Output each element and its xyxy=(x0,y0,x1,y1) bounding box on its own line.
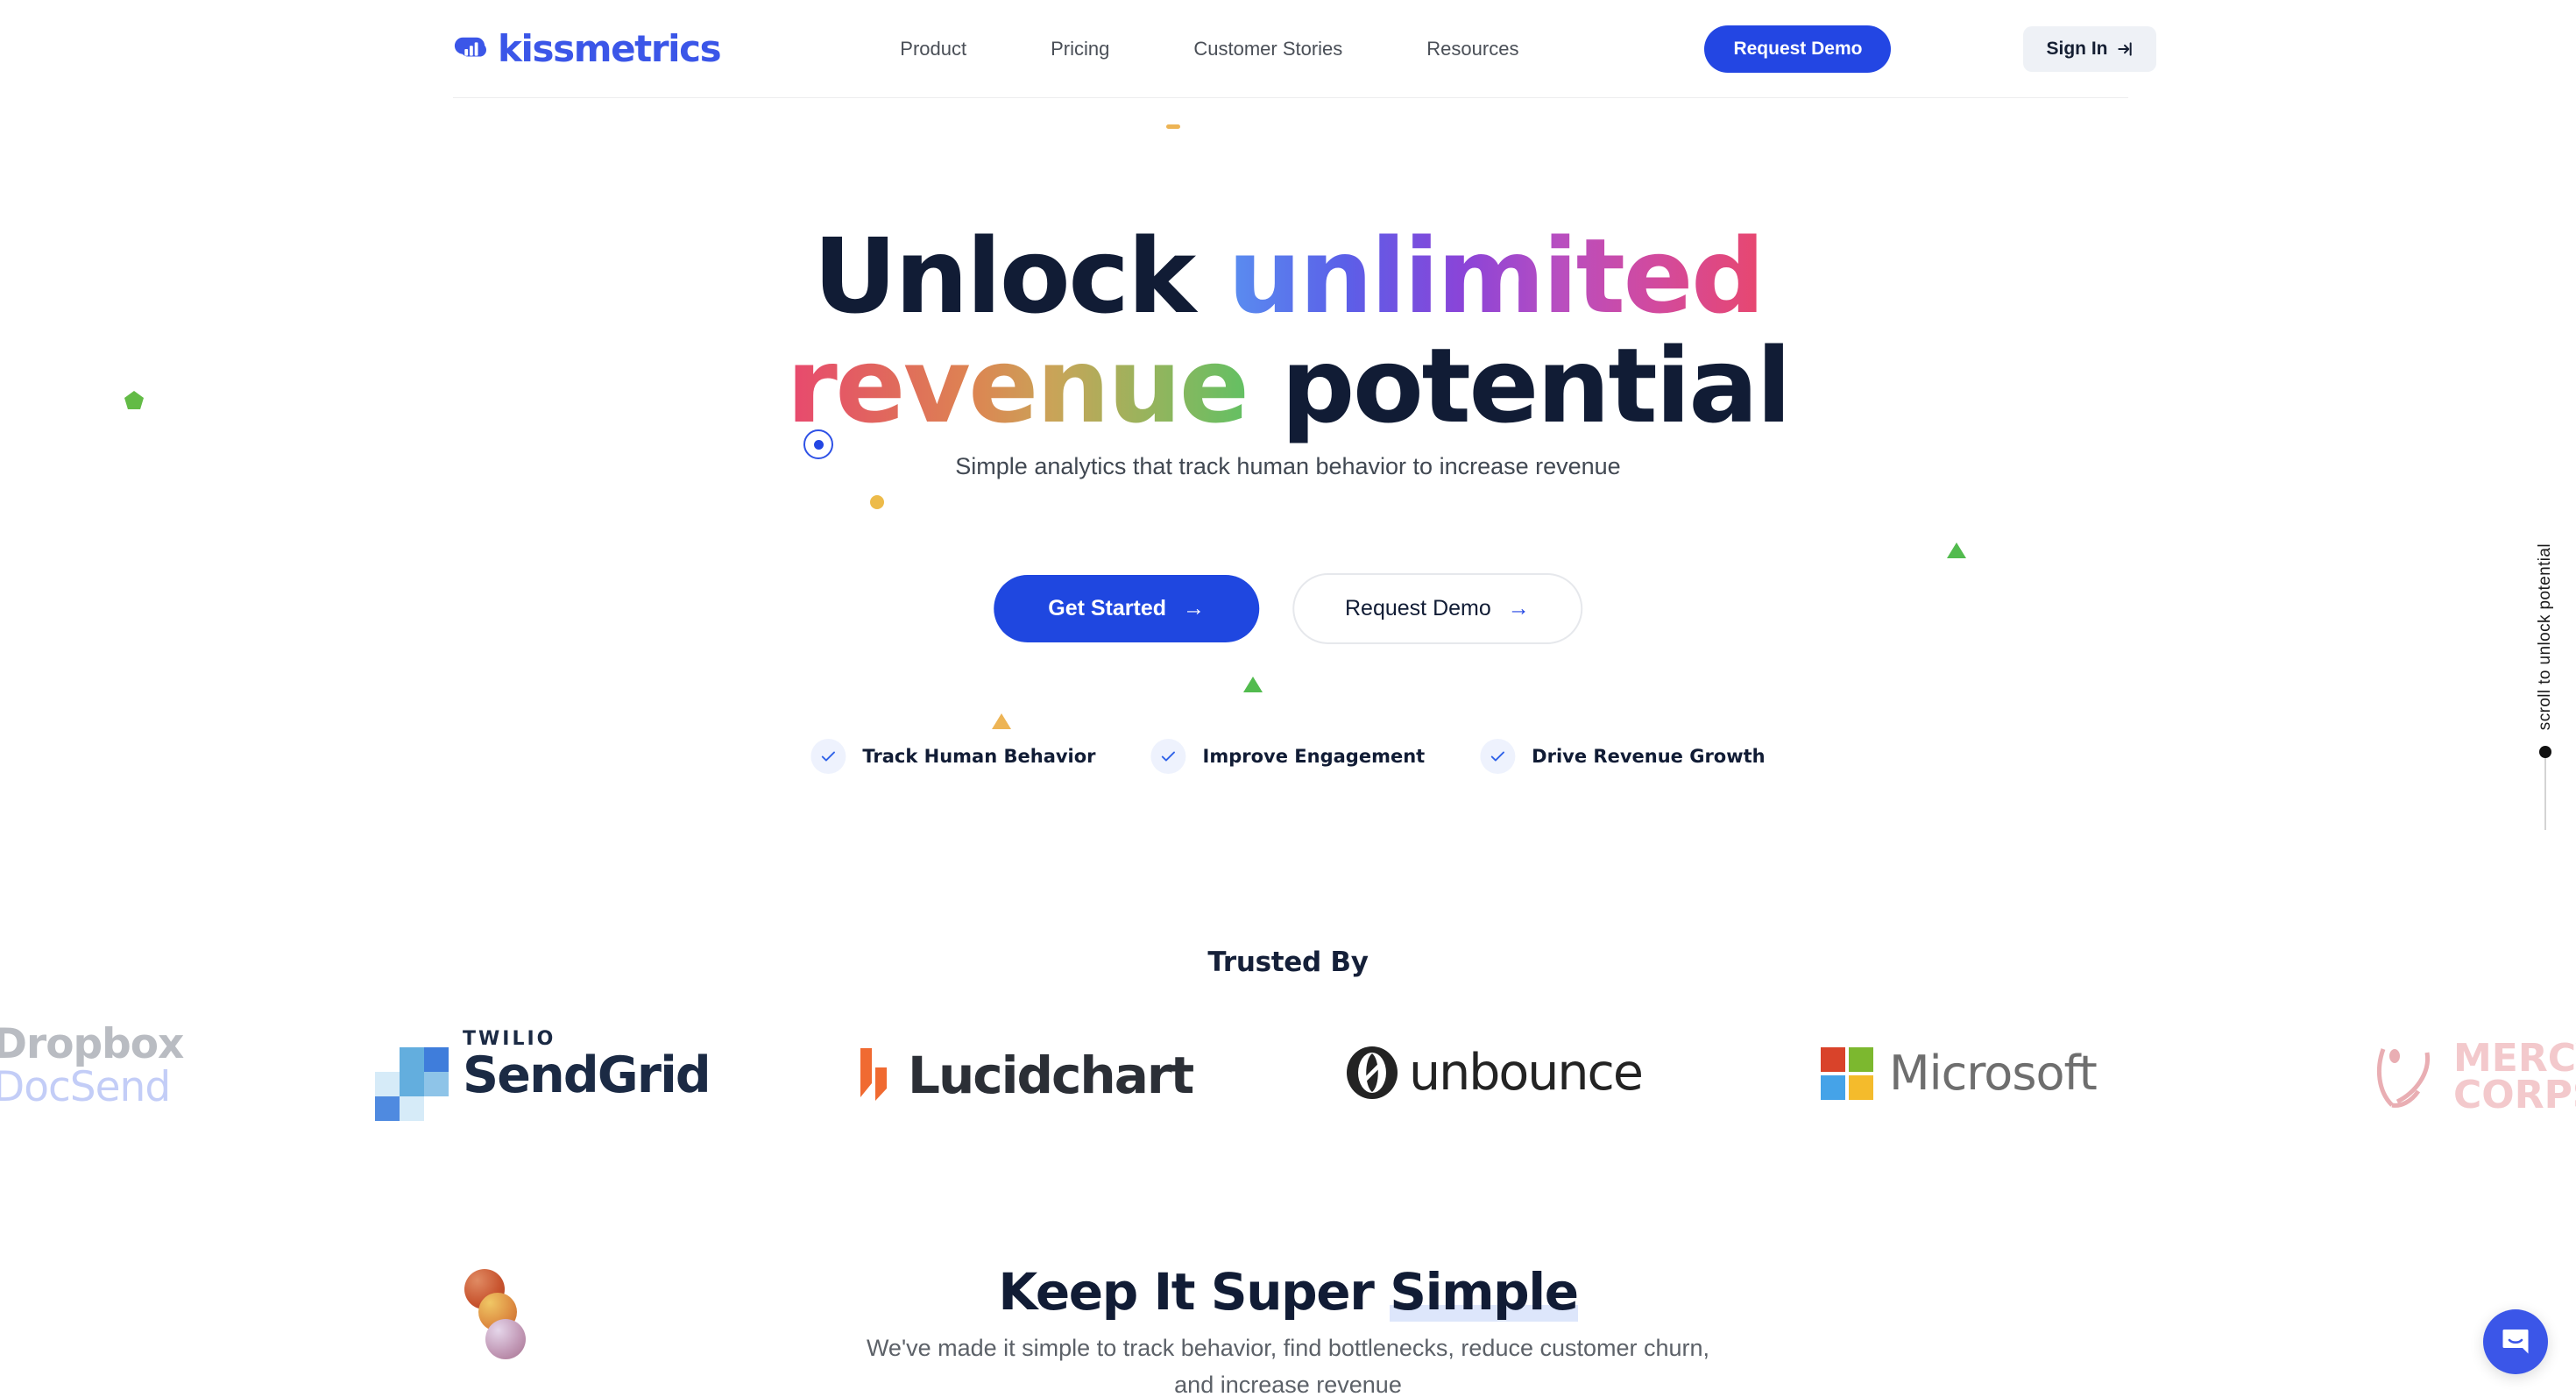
hero-feature-list: Track Human Behavior Improve Engagement … xyxy=(810,739,1766,774)
sendgrid-wordmark: SendGrid xyxy=(463,1046,711,1104)
lucidchart-mark-icon xyxy=(857,1048,892,1103)
hero-request-demo-button[interactable]: Request Demo → xyxy=(1292,573,1582,644)
logo-microsoft: Microsoft xyxy=(1821,1046,2098,1101)
brand-name: kissmetrics xyxy=(498,26,722,70)
scroll-indicator-label: scroll to unlock potential xyxy=(2536,543,2554,731)
lucidchart-wordmark: Lucidchart xyxy=(908,1046,1194,1105)
arrow-right-icon: → xyxy=(1507,596,1530,620)
feature-drive-revenue-growth: Drive Revenue Growth xyxy=(1480,739,1766,774)
headline-word-potential: potential xyxy=(1247,325,1792,447)
scroll-indicator-dot xyxy=(2539,746,2551,759)
kiss-subtitle: We've made it simple to track behavior, … xyxy=(866,1335,1710,1397)
mercy-corps-leaf-icon xyxy=(2366,1044,2441,1110)
nav-link-customer-stories[interactable]: Customer Stories xyxy=(1169,38,1367,60)
sign-in-label: Sign In xyxy=(2046,38,2108,59)
feature-track-human-behavior: Track Human Behavior xyxy=(810,739,1096,774)
nav-link-product[interactable]: Product xyxy=(875,38,991,60)
mercy-corps-line1: MERCY xyxy=(2453,1036,2576,1081)
nav-link-pricing[interactable]: Pricing xyxy=(1026,38,1134,60)
hero-request-demo-label: Request Demo xyxy=(1345,596,1491,620)
hero-section: Unlock unlimited revenue potential Simple… xyxy=(0,99,2576,870)
bar-chart-cloud-icon xyxy=(453,32,486,66)
nav-links: Product Pricing Customer Stories Resourc… xyxy=(875,38,1543,60)
logo-dropbox-docsend: Dropbox DocSend xyxy=(0,1020,184,1112)
check-icon xyxy=(1150,739,1186,774)
hero-subheadline: Simple analytics that track human behavi… xyxy=(955,453,1621,479)
feature-label: Track Human Behavior xyxy=(862,746,1096,767)
logo-unbounce: unbounce xyxy=(1345,1044,1644,1102)
kiss-heading: Keep It Super Simple xyxy=(998,1262,1579,1322)
feature-improve-engagement: Improve Engagement xyxy=(1150,739,1426,774)
headline-word-unlimited: unlimited xyxy=(1228,216,1765,337)
login-arrow-icon xyxy=(2116,40,2134,58)
feature-label: Drive Revenue Growth xyxy=(1532,746,1766,767)
trusted-by-logo-strip: Dropbox DocSend TWILIO SendGrid Lucidcha… xyxy=(0,1012,2576,1161)
check-icon xyxy=(1480,739,1516,774)
scroll-indicator: scroll to unlock potential xyxy=(2536,543,2555,831)
nav-request-demo-button[interactable]: Request Demo xyxy=(1704,25,1892,73)
unbounce-wordmark: unbounce xyxy=(1409,1044,1644,1102)
kiss-section: Keep It Super Simple We've made it simpl… xyxy=(0,1262,2576,1397)
arrow-right-icon: → xyxy=(1183,596,1206,620)
logo-dropbox-docsend-line1: Dropbox xyxy=(0,1020,184,1068)
sign-in-button[interactable]: Sign In xyxy=(2023,25,2157,72)
chat-bubble-icon xyxy=(2500,1326,2531,1358)
kiss-heading-highlight: Simple xyxy=(1390,1262,1579,1322)
chat-widget-button[interactable] xyxy=(2483,1309,2548,1374)
mercy-corps-line2: CORPS xyxy=(2453,1073,2576,1118)
logo-mercy-corps: MERCY CORPS xyxy=(2366,1036,2576,1118)
hero-cta-row: Get Started → Request Demo → xyxy=(994,573,1582,644)
brand-logo[interactable]: kissmetrics xyxy=(453,26,722,70)
scroll-indicator-line xyxy=(2544,758,2546,831)
logo-twilio-sendgrid: TWILIO SendGrid xyxy=(375,1028,711,1121)
check-icon xyxy=(810,739,846,774)
nav-link-resources[interactable]: Resources xyxy=(1402,38,1543,60)
top-navigation-bar: kissmetrics Product Pricing Customer Sto… xyxy=(0,0,2576,99)
logo-dropbox-docsend-line2: DocSend xyxy=(0,1063,171,1112)
page-title: Unlock unlimited revenue potential xyxy=(0,221,2576,441)
nav-inner: kissmetrics Product Pricing Customer Sto… xyxy=(453,0,2157,98)
get-started-label: Get Started xyxy=(1048,596,1167,620)
microsoft-wordmark: Microsoft xyxy=(1889,1046,2098,1101)
microsoft-squares-icon xyxy=(1821,1046,1873,1100)
kiss-heading-plain: Keep It Super xyxy=(998,1262,1391,1322)
headline-word-unlock: Unlock xyxy=(812,216,1228,337)
headline-word-revenue: revenue xyxy=(786,325,1249,447)
trusted-by-heading: Trusted By xyxy=(1207,947,1369,978)
logo-lucidchart: Lucidchart xyxy=(857,1046,1194,1105)
get-started-button[interactable]: Get Started → xyxy=(994,575,1260,642)
unbounce-mark-icon xyxy=(1345,1046,1399,1100)
sendgrid-mark-icon xyxy=(375,1047,449,1121)
feature-label: Improve Engagement xyxy=(1202,746,1426,767)
